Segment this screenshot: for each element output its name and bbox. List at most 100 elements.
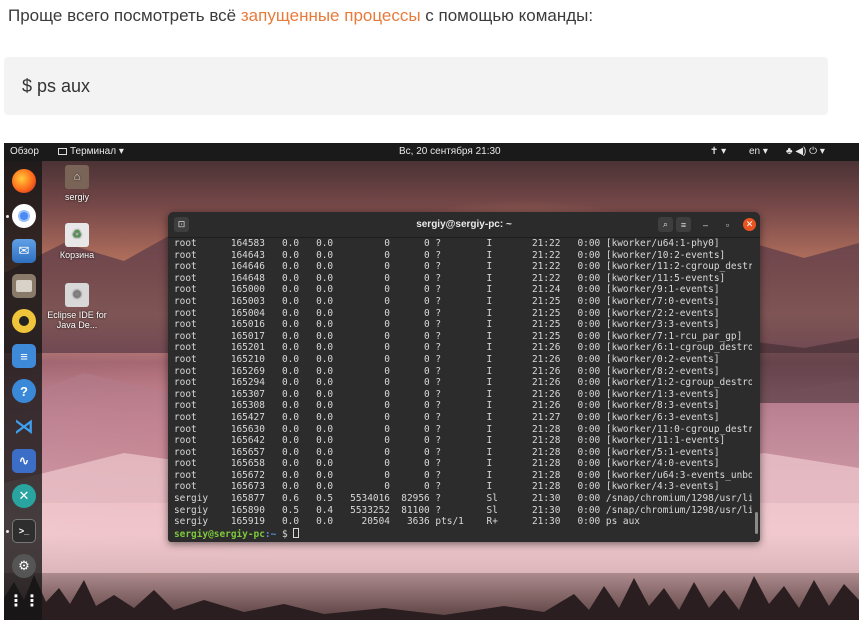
terminal-dock-icon[interactable]: >_ [12, 519, 36, 543]
process-list: root 164583 0.0 0.0 0 0 ? I 21:22 0:00 [… [174, 238, 752, 528]
show-apps-grid-icon[interactable]: ⋮⋮ [8, 589, 40, 613]
prompt-line[interactable]: sergiy@sergiy-pc:~ $ [174, 527, 752, 540]
process-row: root 165657 0.0 0.0 0 0 ? I 21:28 0:00 [… [174, 447, 752, 459]
desktop-trash[interactable]: ♻ Корзина [48, 223, 106, 260]
process-stat: I [486, 365, 521, 377]
accessibility-menu[interactable]: ✝ ▾ [710, 146, 726, 157]
maximize-icon[interactable]: ▫ [721, 218, 734, 231]
terminal-scrollbar[interactable] [755, 512, 758, 534]
running-processes-link[interactable]: запущенные процессы [241, 6, 421, 25]
process-command: [kworker/8:2-events] [605, 365, 720, 377]
process-cpu: 0.0 [270, 238, 305, 249]
vscode-icon[interactable]: ⋊ [12, 414, 36, 438]
process-rss: 0 [395, 284, 436, 296]
rhythmbox-icon[interactable] [12, 309, 36, 333]
process-user: root [174, 284, 226, 296]
process-row: root 165630 0.0 0.0 0 0 ? I 21:28 0:00 [… [174, 424, 752, 436]
activities-button[interactable]: Обзор [10, 146, 39, 157]
settings-icon[interactable]: ⚙ [12, 554, 36, 578]
process-rss: 0 [395, 377, 436, 389]
terminal-app-menu[interactable]: Терминал ▾ [58, 146, 124, 157]
process-rss: 0 [395, 411, 436, 423]
process-mem: 0.0 [304, 446, 339, 458]
search-icon[interactable]: ⌕ [658, 217, 673, 232]
writer-icon[interactable]: ≡ [12, 344, 36, 368]
process-command: [kworker/5:1-events] [605, 446, 720, 458]
process-time: 0:00 [566, 238, 606, 249]
terminal-window[interactable]: ⊡ sergiy@sergiy-pc: ~ ⌕ ≡ – ▫ ✕ root 164… [168, 212, 760, 542]
process-stat: I [486, 330, 521, 342]
process-time: 0:00 [566, 249, 606, 261]
process-row: root 165003 0.0 0.0 0 0 ? I 21:25 0:00 [… [174, 296, 752, 308]
process-time: 0:00 [566, 481, 606, 493]
process-user: root [174, 458, 226, 470]
process-cpu: 0.0 [270, 284, 305, 296]
system-status-menu[interactable]: ♣ ◀) ⏻ ▾ [786, 146, 825, 157]
firefox-icon[interactable] [12, 169, 36, 193]
terminal-header-bar[interactable]: ⊡ sergiy@sergiy-pc: ~ ⌕ ≡ – ▫ ✕ [168, 212, 760, 238]
thunderbird-icon[interactable]: ✉ [12, 239, 36, 263]
process-vsz: 0 [338, 458, 396, 470]
process-user: root [174, 446, 226, 458]
process-row: root 165210 0.0 0.0 0 0 ? I 21:26 0:00 [… [174, 354, 752, 366]
process-start: 21:26 [520, 365, 567, 377]
process-stat: I [486, 400, 521, 412]
process-command: [kworker/11:1-events] [605, 435, 726, 447]
system-monitor-icon[interactable]: ∿ [12, 449, 36, 473]
process-mem: 0.0 [304, 377, 339, 389]
process-time: 0:00 [566, 504, 606, 516]
process-tty: ? [435, 249, 487, 261]
process-pid: 165877 [225, 493, 271, 505]
process-start: 21:30 [520, 516, 567, 528]
active-indicator [6, 215, 9, 218]
desktop-eclipse-launcher[interactable]: ⚙ Eclipse IDE for Java De... [46, 283, 108, 330]
desktop-home-folder[interactable]: ⌂ sergiy [48, 165, 106, 202]
language-menu[interactable]: en ▾ [749, 146, 768, 157]
process-pid: 165658 [225, 458, 271, 470]
desktop-screenshot: Обзор Терминал ▾ Вс, 20 сентября 21:30 ✝… [4, 143, 859, 620]
process-time: 0:00 [566, 411, 606, 423]
hamburger-menu-icon[interactable]: ≡ [676, 217, 691, 232]
process-row: root 164648 0.0 0.0 0 0 ? I 21:22 0:00 [… [174, 273, 752, 285]
help-icon[interactable]: ? [12, 379, 36, 403]
process-command: /snap/chromium/1298/usr/lib/chrom [605, 493, 752, 505]
process-vsz: 0 [338, 238, 396, 249]
process-row: root 165201 0.0 0.0 0 0 ? I 21:26 0:00 [… [174, 342, 752, 354]
minimize-icon[interactable]: – [699, 218, 712, 231]
process-command: [kworker/9:1-events] [605, 284, 720, 296]
intro-text: Проще всего посмотреть всё запущенные пр… [8, 6, 593, 26]
chromium-icon[interactable] [12, 204, 36, 228]
process-start: 21:26 [520, 400, 567, 412]
process-tty: ? [435, 423, 487, 435]
process-mem: 0.0 [304, 435, 339, 447]
process-stat: R+ [486, 516, 521, 528]
process-command: [kworker/2:2-events] [605, 307, 720, 319]
process-time: 0:00 [566, 400, 606, 412]
files-icon[interactable] [12, 274, 36, 298]
process-vsz: 0 [338, 249, 396, 261]
process-vsz: 0 [338, 435, 396, 447]
process-user: root [174, 330, 226, 342]
terminal-output[interactable]: root 164583 0.0 0.0 0 0 ? I 21:22 0:00 [… [174, 238, 752, 542]
process-command: [kworker/8:3-events] [605, 400, 720, 412]
web-app-icon[interactable]: ✕ [12, 484, 36, 508]
process-command: [kworker/1:3-events] [605, 388, 720, 400]
process-cpu: 0.0 [270, 481, 305, 493]
process-row: root 164646 0.0 0.0 0 0 ? I 21:22 0:00 [… [174, 261, 752, 273]
process-pid: 165294 [225, 377, 271, 389]
process-vsz: 0 [338, 307, 396, 319]
process-cpu: 0.0 [270, 377, 305, 389]
process-row: sergiy 165890 0.5 0.4 5533252 81100 ? Sl… [174, 505, 752, 517]
process-stat: I [486, 388, 521, 400]
process-row: root 165427 0.0 0.0 0 0 ? I 21:27 0:00 [… [174, 412, 752, 424]
process-vsz: 0 [338, 411, 396, 423]
clock[interactable]: Вс, 20 сентября 21:30 [399, 146, 501, 157]
process-row: root 165016 0.0 0.0 0 0 ? I 21:25 0:00 [… [174, 319, 752, 331]
process-stat: I [486, 249, 521, 261]
process-start: 21:26 [520, 353, 567, 365]
process-cpu: 0.0 [270, 319, 305, 331]
process-pid: 165657 [225, 446, 271, 458]
close-icon[interactable]: ✕ [743, 218, 756, 231]
eclipse-icon: ⚙ [65, 283, 89, 307]
process-pid: 165017 [225, 330, 271, 342]
